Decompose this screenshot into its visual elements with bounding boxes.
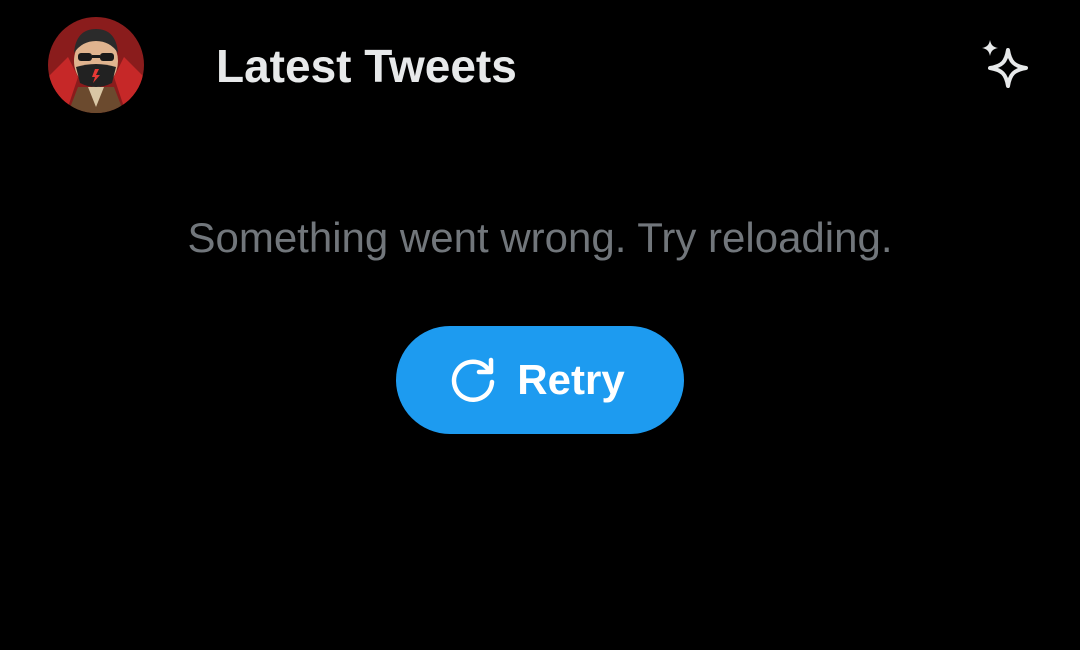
sparkle-icon bbox=[982, 40, 1028, 88]
top-app-bar: Latest Tweets bbox=[0, 0, 1080, 130]
avatar-image bbox=[48, 17, 144, 113]
retry-button[interactable]: Retry bbox=[396, 326, 684, 434]
retry-label: Retry bbox=[517, 356, 625, 403]
sparkle-button[interactable] bbox=[972, 32, 1040, 100]
error-message: Something went wrong. Try reloading. bbox=[187, 214, 893, 261]
avatar[interactable] bbox=[48, 17, 144, 113]
page-title: Latest Tweets bbox=[216, 40, 517, 92]
refresh-icon bbox=[447, 354, 499, 406]
